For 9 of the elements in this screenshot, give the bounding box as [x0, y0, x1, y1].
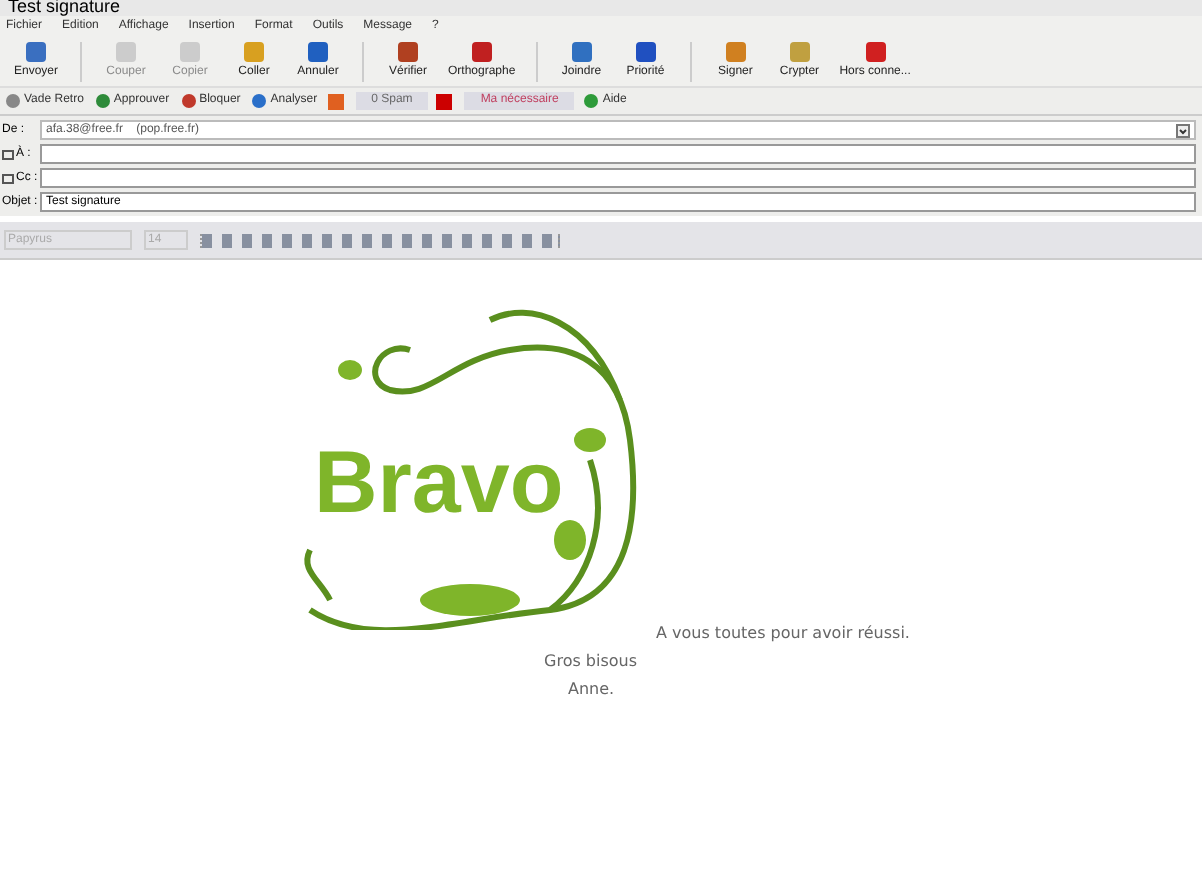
message-text: Anne.: [568, 678, 615, 702]
message-text: A vous toutes pour avoir réussi.: [656, 622, 910, 646]
bravo-text: Bravo: [314, 440, 564, 528]
message-text: Gros bisous: [544, 650, 638, 674]
dropdown-arrow-icon[interactable]: [1176, 123, 1190, 137]
contact-icon[interactable]: [2, 149, 14, 159]
contact-icon[interactable]: [2, 173, 14, 183]
to-field[interactable]: [40, 144, 1196, 164]
cc-field[interactable]: [40, 168, 1196, 188]
